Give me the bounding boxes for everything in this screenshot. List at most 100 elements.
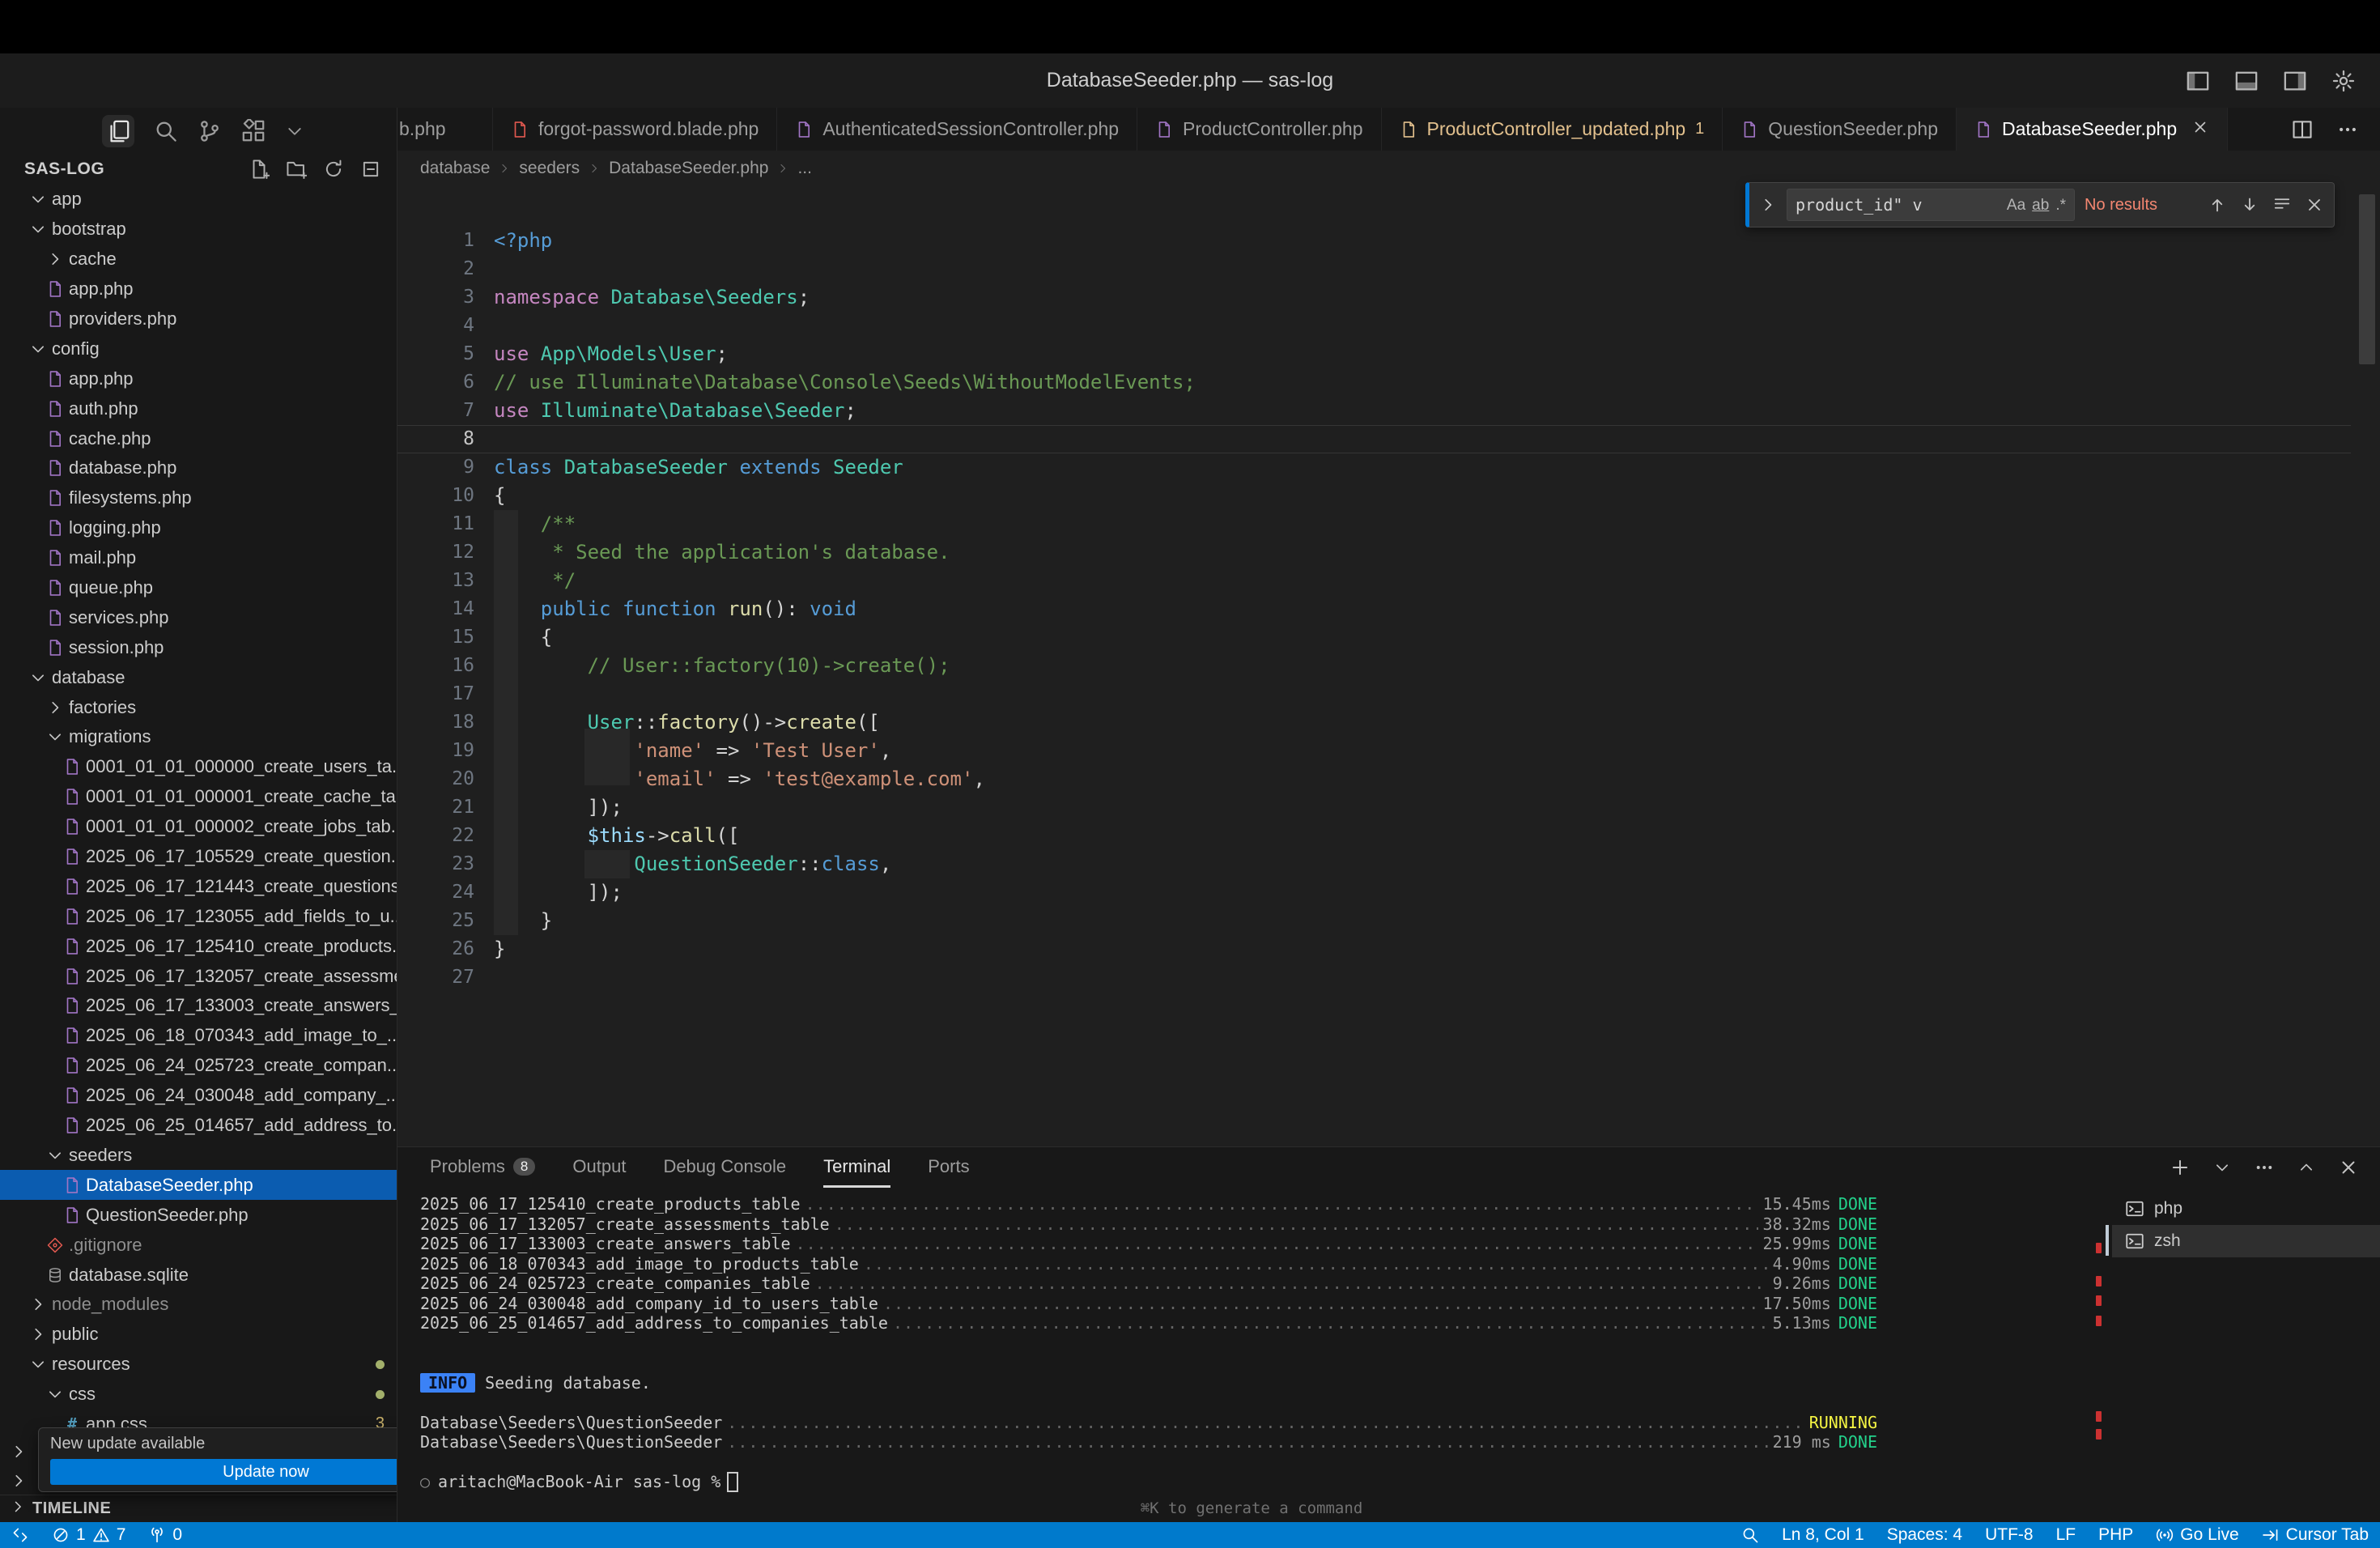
tree-file-2025-06-18-070343-add-image-to-[interactable]: 2025_06_18_070343_add_image_to_...	[0, 1021, 397, 1051]
match-case-toggle[interactable]: Aa	[2007, 197, 2025, 214]
terminal-instance-zsh[interactable]: zsh	[2112, 1225, 2380, 1257]
statusbar-language-mode[interactable]: PHP	[2087, 1522, 2144, 1548]
panel-tab-ports[interactable]: Ports	[928, 1147, 969, 1188]
tab-authenticatedsessioncontroller-php[interactable]: AuthenticatedSessionController.php	[777, 108, 1137, 151]
arrow-up-button[interactable]	[2208, 195, 2227, 215]
tree-folder-css[interactable]: css	[0, 1380, 397, 1410]
refresh-button[interactable]	[323, 159, 344, 180]
tree-folder-node-modules[interactable]: node_modules	[0, 1290, 397, 1320]
tree-folder-factories[interactable]: factories	[0, 692, 397, 722]
whole-word-toggle[interactable]: ab	[2032, 197, 2049, 214]
panel-tab-debug-console[interactable]: Debug Console	[663, 1147, 786, 1188]
tree-file-2025-06-17-132057-create-assessme-[interactable]: 2025_06_17_132057_create_assessme...	[0, 961, 397, 991]
tree-folder-bootstrap[interactable]: bootstrap	[0, 215, 397, 245]
statusbar-cursor-tab[interactable]: Cursor Tab	[2250, 1522, 2380, 1548]
tree-file-providers-php[interactable]: providers.php	[0, 304, 397, 334]
layout-left-button[interactable]	[2186, 69, 2210, 93]
tree-file-mail-php[interactable]: mail.php	[0, 543, 397, 573]
statusbar-indentation[interactable]: Spaces: 4	[1876, 1522, 1974, 1548]
tree-file-queue-php[interactable]: queue.php	[0, 573, 397, 603]
panel-tab-output[interactable]: Output	[572, 1147, 626, 1188]
new-file-button[interactable]	[249, 159, 270, 180]
find-in-selection-button[interactable]	[2272, 195, 2292, 215]
chevron-up-button[interactable]	[2297, 1159, 2315, 1176]
regex-toggle[interactable]: .*	[2055, 197, 2066, 214]
statusbar-problems[interactable]: 17	[40, 1522, 137, 1548]
breadcrumb-item[interactable]: DatabaseSeeder.php	[609, 159, 768, 178]
tree-file-services-php[interactable]: services.php	[0, 602, 397, 632]
breadcrumb-item[interactable]: database	[420, 159, 490, 178]
arrow-down-button[interactable]	[2240, 195, 2259, 215]
tree-file-2025-06-17-121443-create-questions-[interactable]: 2025_06_17_121443_create_questions...	[0, 871, 397, 901]
terminal-instance-php[interactable]: php	[2112, 1193, 2380, 1225]
sidebar-collapsed-section[interactable]	[10, 1467, 34, 1495]
more-button[interactable]	[2336, 118, 2359, 141]
statusbar-ports-forwarded[interactable]: 0	[137, 1522, 193, 1548]
editor-scrollbar[interactable]	[2359, 194, 2375, 364]
tree-file-app-php[interactable]: app.php	[0, 274, 397, 304]
tab-forgot-password-blade-php[interactable]: forgot-password.blade.php	[493, 108, 777, 151]
tree-file-2025-06-24-025723-create-compan-[interactable]: 2025_06_24_025723_create_compan...	[0, 1051, 397, 1081]
layout-right-button[interactable]	[2283, 69, 2307, 93]
tab-databaseseeder-php[interactable]: DatabaseSeeder.php	[1957, 108, 2228, 151]
tree-file-2025-06-17-123055-add-fields-to-u-[interactable]: 2025_06_17_123055_add_fields_to_u...	[0, 901, 397, 931]
activity-files-button[interactable]	[102, 115, 134, 147]
chevron-down-button[interactable]	[2213, 1159, 2231, 1176]
activity-source-control-button[interactable]	[198, 119, 222, 143]
tree-folder-config[interactable]: config	[0, 334, 397, 364]
tree-folder-cache[interactable]: cache	[0, 245, 397, 274]
breadcrumb-item[interactable]: seeders	[519, 159, 580, 178]
close-icon[interactable]	[2191, 118, 2209, 141]
more-button[interactable]	[2254, 1157, 2275, 1178]
panel-tab-terminal[interactable]: Terminal	[823, 1147, 890, 1188]
activity-extensions-button[interactable]	[241, 119, 266, 143]
tree-file--gitignore[interactable]: .gitignore	[0, 1230, 397, 1260]
split-button[interactable]	[2291, 118, 2314, 141]
tree-folder-resources[interactable]: resources	[0, 1350, 397, 1380]
tree-folder-public[interactable]: public	[0, 1320, 397, 1350]
tree-file-auth-php[interactable]: auth.php	[0, 393, 397, 423]
find-input[interactable]: product_id" v Aaab.*	[1787, 189, 2075, 221]
close-button[interactable]	[2338, 1157, 2359, 1178]
statusbar-search[interactable]	[1730, 1522, 1770, 1548]
tree-folder-database[interactable]: database	[0, 662, 397, 692]
statusbar-go-live[interactable]: Go Live	[2144, 1522, 2250, 1548]
tree-file-0001-01-01-000001-create-cache-ta-[interactable]: 0001_01_01_000001_create_cache_ta...	[0, 782, 397, 812]
tree-file-0001-01-01-000002-create-jobs-tab-[interactable]: 0001_01_01_000002_create_jobs_tab...	[0, 812, 397, 842]
gear-button[interactable]	[2331, 69, 2356, 93]
tab-b-php[interactable]: b.php	[397, 108, 493, 151]
activity-search-button[interactable]	[154, 119, 178, 143]
tab-productcontroller-updated-php[interactable]: ProductController_updated.php1	[1382, 108, 1723, 151]
close-button[interactable]	[2305, 195, 2324, 215]
tree-folder-app[interactable]: app	[0, 185, 397, 215]
tree-file-database-sqlite[interactable]: database.sqlite	[0, 1260, 397, 1290]
breadcrumb-item[interactable]: ...	[797, 159, 812, 178]
collapse-all-button[interactable]	[360, 159, 381, 180]
update-now-button[interactable]: Update now	[50, 1459, 397, 1485]
tree-file-cache-php[interactable]: cache.php	[0, 423, 397, 453]
timeline-section-header[interactable]: TIMELINE	[0, 1495, 397, 1522]
tree-file-0001-01-01-000000-create-users-ta-[interactable]: 0001_01_01_000000_create_users_ta...	[0, 752, 397, 782]
statusbar-encoding[interactable]: UTF-8	[1974, 1522, 2045, 1548]
tree-file-database-php[interactable]: database.php	[0, 453, 397, 483]
terminal-output[interactable]: 2025_06_17_125410_create_products_table.…	[420, 1194, 1877, 1492]
tree-file-filesystems-php[interactable]: filesystems.php	[0, 483, 397, 513]
statusbar-remote-indicator[interactable]	[0, 1522, 40, 1548]
new-folder-button[interactable]	[286, 159, 307, 180]
statusbar-eol[interactable]: LF	[2045, 1522, 2088, 1548]
code-editor[interactable]: 1234567891011121314151617181920212223242…	[397, 227, 2380, 1142]
tree-file-2025-06-17-125410-create-products-[interactable]: 2025_06_17_125410_create_products...	[0, 931, 397, 961]
chevron-right-icon[interactable]	[1759, 196, 1777, 214]
plus-button[interactable]	[2170, 1157, 2191, 1178]
tree-folder-seeders[interactable]: seeders	[0, 1141, 397, 1171]
activity-chevron-down-button[interactable]	[285, 121, 304, 141]
tree-file-2025-06-17-133003-create-answers-[interactable]: 2025_06_17_133003_create_answers_...	[0, 991, 397, 1021]
tree-file-session-php[interactable]: session.php	[0, 632, 397, 662]
tree-file-2025-06-24-030048-add-company-[interactable]: 2025_06_24_030048_add_company_...	[0, 1081, 397, 1111]
statusbar-cursor-position[interactable]: Ln 8, Col 1	[1770, 1522, 1876, 1548]
tree-folder-migrations[interactable]: migrations	[0, 722, 397, 752]
tree-file-app-php[interactable]: app.php	[0, 364, 397, 393]
panel-tab-problems[interactable]: Problems8	[430, 1147, 535, 1188]
sidebar-collapsed-section[interactable]	[10, 1438, 34, 1465]
tree-file-2025-06-17-105529-create-question-[interactable]: 2025_06_17_105529_create_question...	[0, 842, 397, 872]
